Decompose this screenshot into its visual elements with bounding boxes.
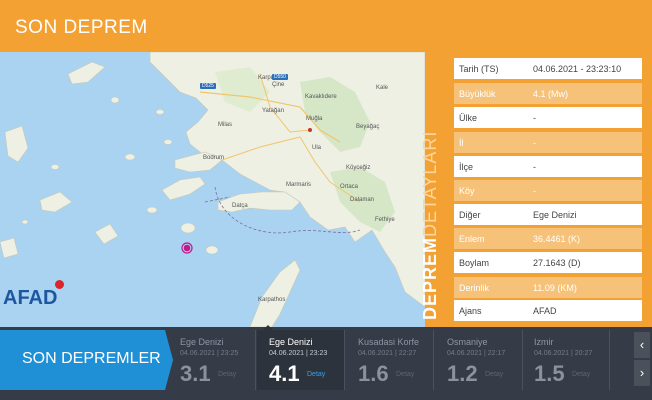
detail-row: Ajans AFAD	[454, 300, 642, 321]
west-island	[4, 125, 29, 163]
west-island	[39, 191, 73, 213]
chevron-left-icon: ‹	[639, 337, 645, 352]
quake-list-item[interactable]: Ege Denizi 04.06.2021 | 23:23 4.1 Detay	[257, 325, 345, 390]
map-label-dalaman: Dalaman	[350, 197, 375, 203]
quake-list-item[interactable]: Kusadasi Korfe 04.06.2021 | 22:27 1.6 Detay	[346, 330, 434, 390]
detail-label: Enlem	[459, 234, 485, 244]
quake-date: 04.06.2021 | 23:25	[180, 350, 239, 357]
road-badge-d525: D525	[200, 83, 216, 89]
map-label-fethiye: Fethiye	[375, 217, 395, 223]
detail-value: -	[533, 138, 536, 148]
road-badge-d550: D550	[272, 74, 288, 80]
latest-quakes-tab-label: SON DEPREMLER	[22, 350, 161, 367]
quake-date: 04.06.2021 | 22:17	[447, 350, 506, 357]
detail-value: AFAD	[533, 306, 557, 316]
quake-magnitude: 1.6	[358, 361, 389, 386]
detail-row: İl -	[454, 132, 642, 153]
quake-list-item[interactable]: Osmaniye 04.06.2021 | 22:17 1.2 Detay	[435, 330, 523, 390]
map-label-karpathos: Karpathos	[258, 297, 286, 303]
quake-detail-link[interactable]: Detay	[572, 371, 590, 378]
west-island	[0, 237, 19, 259]
map-label-ortaca: Ortaca	[340, 184, 359, 190]
detail-label: Köy	[459, 186, 475, 196]
quake-place: Izmir	[534, 337, 554, 347]
detail-label: Ajans	[459, 306, 482, 316]
map-label-yatagan: Yatağan	[262, 108, 284, 114]
quake-list-item[interactable]: Ege Denizi 04.06.2021 | 23:25 3.1 Detay	[168, 330, 256, 390]
detail-row: Büyüklük 4.1 (Mw)	[454, 83, 642, 104]
quake-place: Osmaniye	[447, 337, 488, 347]
detail-row: Diğer Ege Denizi	[454, 204, 642, 225]
map-label-ula: Ula	[312, 145, 322, 151]
quake-detail-link[interactable]: Detay	[396, 371, 414, 378]
map-label-kavaklidere: Kavaklıdere	[305, 94, 337, 100]
detail-row: İlçe -	[454, 156, 642, 177]
detail-value: -	[533, 162, 536, 172]
quake-detail-link[interactable]: Detay	[485, 371, 503, 378]
kos-island	[161, 176, 206, 201]
detail-row: Derinlik 11.09 (KM)	[454, 277, 642, 298]
chevron-right-icon: ›	[639, 365, 645, 380]
quake-magnitude: 1.2	[447, 361, 478, 386]
quake-place: Ege Denizi	[180, 337, 224, 347]
detail-row: Ülke -	[454, 107, 642, 128]
detail-value: 36.4461 (K)	[533, 234, 581, 244]
detail-value: -	[533, 186, 536, 196]
quake-magnitude: 1.5	[534, 361, 565, 386]
quake-detail-link[interactable]: Detay	[218, 371, 236, 378]
detail-value: 04.06.2021 - 23:23:10	[533, 64, 622, 74]
quake-date: 04.06.2021 | 22:27	[358, 350, 417, 357]
map-label-mugla: Muğla	[306, 116, 323, 122]
quake-place: Kusadasi Korfe	[358, 337, 420, 347]
detail-label: Büyüklük	[459, 89, 496, 99]
map-label-milas: Milas	[218, 122, 233, 128]
page-title: SON DEPREM	[15, 17, 148, 38]
detail-label: İlçe	[459, 162, 474, 172]
detail-value: 27.1643 (D)	[533, 258, 581, 268]
map-label-beyagac: Beyağaç	[356, 124, 380, 130]
map-label-cine: Çine	[272, 82, 285, 88]
quake-date: 04.06.2021 | 20:27	[534, 350, 593, 357]
details-vertical-title: DEPREMDETAYLARI	[420, 130, 440, 320]
quake-place: Ege Denizi	[269, 337, 313, 347]
detail-label: Boylam	[459, 258, 490, 268]
detail-value: Ege Denizi	[533, 210, 577, 220]
quake-detail-link[interactable]: Detay	[307, 371, 325, 378]
detail-label: İl	[459, 138, 464, 148]
prev-arrow-button[interactable]: ‹	[634, 332, 650, 358]
header-bar: SON DEPREM	[0, 0, 652, 52]
afad-logo: AFAD	[3, 287, 58, 309]
detail-row: Tarih (TS) 04.06.2021 - 23:23:10	[454, 58, 642, 79]
detail-row: Boylam 27.1643 (D)	[454, 252, 642, 273]
next-arrow-button[interactable]: ›	[634, 360, 650, 386]
map-label-marmaris: Marmaris	[286, 182, 311, 188]
rhodes-island	[249, 259, 301, 327]
detail-label: Diğer	[459, 210, 481, 220]
detail-label: Derinlik	[459, 283, 490, 293]
detail-row: Köy -	[454, 180, 642, 201]
detail-value: 11.09 (KM)	[533, 283, 577, 293]
quake-date: 04.06.2021 | 23:23	[269, 350, 328, 357]
detail-value: 4.1 (Mw)	[533, 89, 569, 99]
detail-row: Enlem 36.4461 (K)	[454, 228, 642, 249]
quake-list-item[interactable]: Izmir 04.06.2021 | 20:27 1.5 Detay	[522, 330, 610, 390]
detail-label: Ülke	[459, 113, 478, 123]
detail-value: -	[533, 113, 536, 123]
west-island	[67, 61, 106, 85]
map-label-koycegiz: Köyceğiz	[346, 165, 371, 171]
map-label-datca: Datça	[232, 203, 248, 209]
datca-peninsula	[217, 191, 301, 213]
detail-label: Tarih (TS)	[459, 64, 499, 74]
map-label-kale: Kale	[376, 85, 389, 91]
west-island	[94, 223, 119, 245]
quake-magnitude: 3.1	[180, 361, 211, 386]
map-label-bodrum: Bodrum	[203, 155, 225, 161]
quake-magnitude: 4.1	[269, 361, 300, 386]
